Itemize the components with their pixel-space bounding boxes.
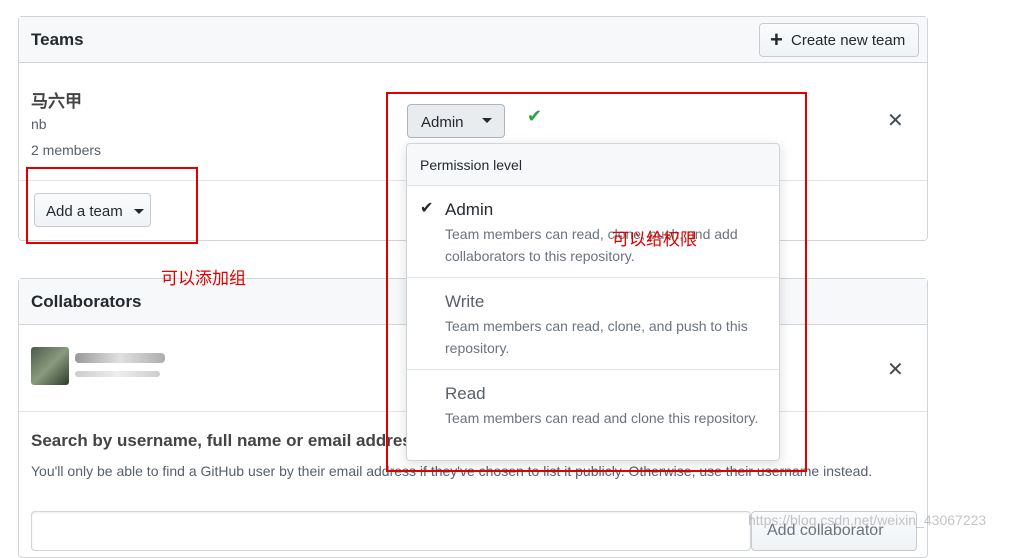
annotation-permission-note: 可以给权限 xyxy=(612,230,697,250)
teams-header: Teams + Create new team xyxy=(19,17,927,63)
team-slug: nb xyxy=(31,116,47,132)
remove-team-icon[interactable]: ✕ xyxy=(887,108,904,133)
collaborator-name-blurred xyxy=(75,353,165,363)
create-new-team-label: Create new team xyxy=(791,32,906,49)
annotation-team-note: 可以添加组 xyxy=(161,269,246,289)
create-new-team-button[interactable]: + Create new team xyxy=(759,23,919,57)
team-members-count[interactable]: 2 members xyxy=(31,142,101,158)
avatar xyxy=(31,347,69,385)
team-name[interactable]: 马六甲 xyxy=(31,87,82,112)
annotation-box-add-team xyxy=(26,167,198,244)
remove-collaborator-icon[interactable]: ✕ xyxy=(887,357,904,382)
annotation-box-permission xyxy=(386,92,807,472)
collaborators-title: Collaborators xyxy=(31,292,142,311)
teams-title: Teams xyxy=(31,30,84,49)
plus-icon: + xyxy=(770,27,783,52)
collaborator-handle-blurred xyxy=(75,371,160,377)
collaborator-search-input[interactable] xyxy=(31,511,751,551)
search-heading: Search by username, full name or email a… xyxy=(31,431,422,450)
watermark: https://blog.csdn.net/weixin_43067223 xyxy=(748,512,987,528)
